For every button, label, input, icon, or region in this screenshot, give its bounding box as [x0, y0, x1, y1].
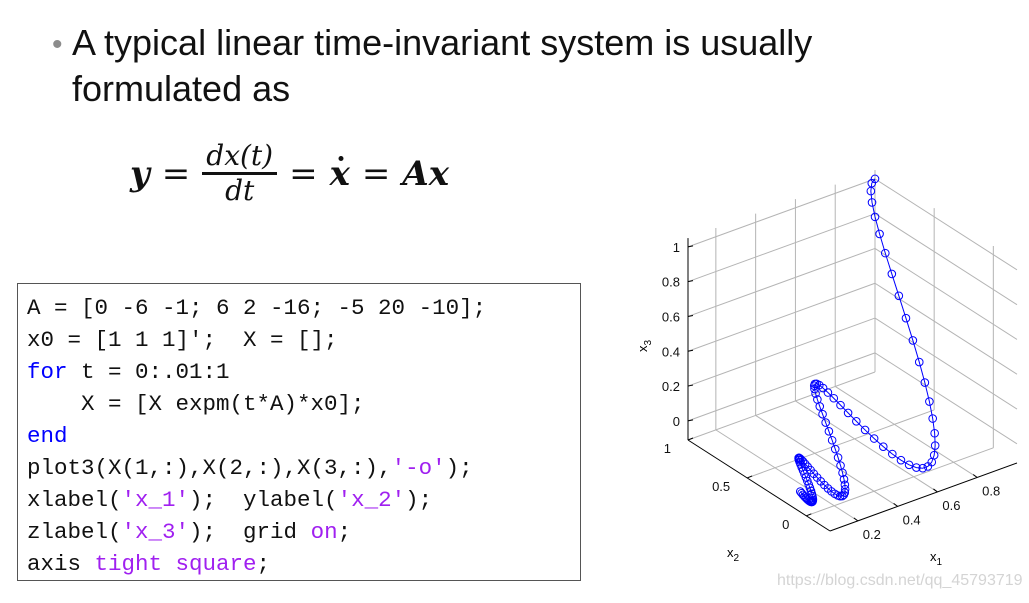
x-tick	[933, 488, 938, 493]
y-tick	[806, 513, 812, 517]
trajectory-line	[798, 178, 936, 503]
y-tick	[687, 437, 694, 441]
y-tick-label: 0	[782, 517, 789, 532]
grid-line	[874, 213, 1018, 306]
grid-line	[834, 386, 978, 478]
x-tick-label: 0.2	[863, 527, 881, 542]
watermark: https://blog.csdn.net/qq_45793719	[777, 572, 1023, 589]
x-tick	[853, 517, 859, 522]
z-tick-label: 0.4	[662, 344, 680, 359]
z-tick-label: 0.8	[662, 275, 680, 290]
grid-line	[874, 317, 1018, 410]
x-tick-label: 0.4	[903, 512, 921, 527]
grid-line	[795, 400, 938, 493]
z-tick	[687, 280, 694, 283]
grid-line	[755, 414, 898, 507]
grid-line	[874, 282, 1018, 375]
y-tick	[746, 475, 753, 479]
z-tick-label: 0.6	[662, 309, 680, 324]
y-tick-label: 1	[664, 441, 671, 456]
grid-line	[715, 429, 859, 522]
x-axis-label: x1	[930, 549, 943, 568]
z-tick	[687, 245, 694, 248]
z-tick	[687, 349, 694, 352]
z-tick-label: 1	[673, 240, 680, 255]
z-tick-label: 0.2	[662, 379, 680, 394]
grid-line	[687, 178, 876, 248]
y-tick-label: 0.5	[712, 479, 730, 494]
x-tick-label: 0.8	[982, 483, 1000, 498]
x-tick-label: 0.6	[942, 498, 960, 513]
z-tick	[687, 314, 694, 317]
z-axis-label: x3	[635, 340, 654, 353]
x-axis-label-text: x1	[930, 549, 943, 568]
z-tick	[687, 419, 694, 422]
x-tick	[972, 474, 978, 478]
y-axis-label: x2	[727, 545, 740, 564]
z-axis-label-text: x3	[635, 340, 654, 353]
y-axis-label-text: x2	[727, 545, 740, 564]
x-tick	[893, 503, 898, 507]
grid-line	[874, 178, 1018, 271]
plot3d: 00.20.40.60.8100.510.20.40.60.8x1x2x3	[635, 170, 1018, 568]
grid-line	[874, 248, 1018, 340]
z-tick	[687, 384, 694, 387]
grid-line	[874, 352, 1018, 445]
z-tick-label: 0	[673, 414, 680, 429]
